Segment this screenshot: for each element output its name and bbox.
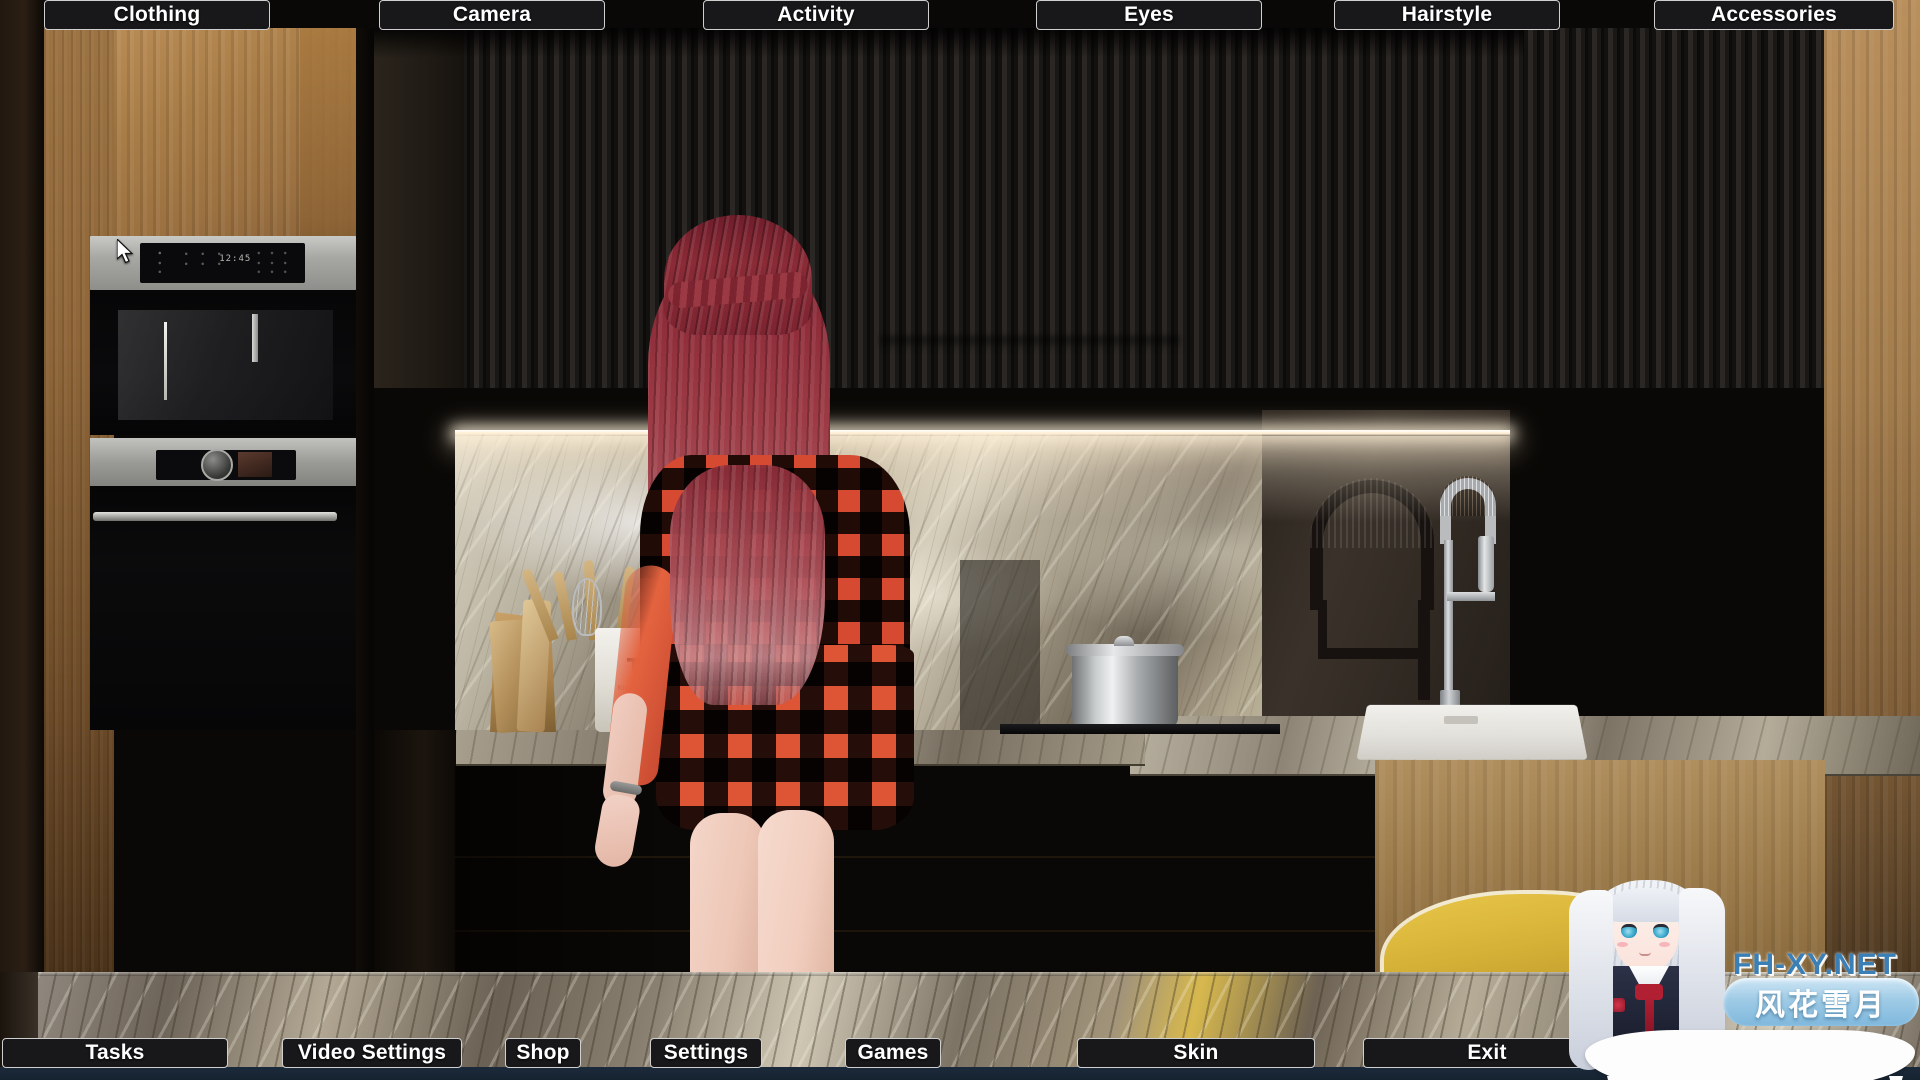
- character-hand: [592, 792, 642, 870]
- mascot-ribbon-tail: [1645, 998, 1654, 1032]
- kitchen-faucet-head: [1478, 536, 1494, 592]
- icicle-4: [1751, 1076, 1769, 1080]
- watermark-chinese: 风花雪月: [1755, 988, 1887, 1023]
- slatted-wall-right: [1524, 28, 1824, 388]
- cooking-pot: [1072, 650, 1178, 728]
- icicle-3: [1705, 1076, 1719, 1080]
- cooking-pot-knob: [1114, 636, 1134, 646]
- watermark-url: FH-XY.NET: [1733, 948, 1898, 981]
- mascot-bangs: [1603, 888, 1691, 922]
- menu-clothing-button[interactable]: Clothing: [44, 0, 270, 30]
- nav-video-settings-label: Video Settings: [297, 1041, 447, 1064]
- character-hair-long: [670, 465, 825, 705]
- faucet-silhouette-arm: [1318, 648, 1430, 659]
- menu-hairstyle-label: Hairstyle: [1401, 3, 1493, 26]
- kitchen-sink[interactable]: [1356, 704, 1588, 760]
- oven-control-panel: 12:45: [140, 243, 305, 283]
- nav-skin-button[interactable]: Skin: [1077, 1038, 1315, 1068]
- nav-video-settings-button[interactable]: Video Settings: [282, 1038, 462, 1068]
- menu-eyes-label: Eyes: [1124, 3, 1174, 26]
- mascot-eye-left: [1621, 924, 1637, 938]
- menu-accessories-button[interactable]: Accessories: [1654, 0, 1894, 30]
- menu-camera-label: Camera: [452, 3, 532, 26]
- cabinet-gap-shadow: [374, 730, 456, 972]
- menu-clothing-label: Clothing: [113, 3, 201, 26]
- icicle-1: [1607, 1076, 1623, 1080]
- menu-eyes-button[interactable]: Eyes: [1036, 0, 1262, 30]
- oven-handle: [93, 512, 337, 521]
- character-leg-right: [758, 810, 834, 992]
- coffee-carafe: [144, 318, 192, 404]
- mascot-blush-left: [1617, 942, 1628, 947]
- icicle-6: [1845, 1076, 1864, 1080]
- sink-drain: [1444, 716, 1478, 724]
- mascot-badge-icon: [1611, 998, 1625, 1012]
- icicle-5: [1799, 1076, 1814, 1080]
- menu-activity-button[interactable]: Activity: [703, 0, 929, 30]
- menu-activity-label: Activity: [777, 3, 855, 26]
- nav-games-button[interactable]: Games: [845, 1038, 941, 1068]
- menu-accessories-label: Accessories: [1711, 3, 1837, 26]
- icicle-7: [1889, 1076, 1903, 1080]
- player-character[interactable]: [560, 215, 990, 993]
- character-leg-left: [690, 813, 766, 993]
- nav-exit-label: Exit: [1467, 1041, 1507, 1064]
- nav-shop-label: Shop: [516, 1041, 570, 1064]
- nav-games-label: Games: [857, 1041, 929, 1064]
- cabinet-edge-shadow: [356, 28, 374, 972]
- nav-tasks-button[interactable]: Tasks: [2, 1038, 228, 1068]
- lower-oven-door: [90, 486, 356, 730]
- menu-camera-button[interactable]: Camera: [379, 0, 605, 30]
- oven-knob: [201, 449, 233, 481]
- game-window: 12:45 Clothing Camera Activity Eyes Hair…: [0, 0, 1920, 1080]
- oven-screen-thumbnail: [238, 452, 272, 477]
- mascot-eye-right: [1653, 924, 1669, 938]
- wood-column-right: [1824, 0, 1920, 972]
- nav-settings-label: Settings: [663, 1041, 749, 1064]
- oven-clock-display: 12:45: [219, 254, 252, 265]
- watermark-snow-cap: [1585, 1030, 1915, 1080]
- site-watermark: FH-XY.NET 风花雪月: [1545, 880, 1920, 1080]
- nav-settings-button[interactable]: Settings: [650, 1038, 762, 1068]
- wall-top-shadow: [374, 28, 1524, 58]
- wall-dark-left-inner: [0, 0, 44, 972]
- menu-hairstyle-button[interactable]: Hairstyle: [1334, 0, 1560, 30]
- mascot-blush-right: [1659, 942, 1670, 947]
- coffee-spout: [252, 314, 258, 362]
- nav-skin-label: Skin: [1173, 1041, 1219, 1064]
- kitchen-faucet-handle[interactable]: [1447, 592, 1495, 601]
- nav-shop-button[interactable]: Shop: [505, 1038, 581, 1068]
- induction-cooktop: [1000, 724, 1280, 734]
- nav-tasks-label: Tasks: [85, 1041, 145, 1064]
- wall-panel-left: [374, 28, 464, 388]
- icicle-2: [1655, 1076, 1675, 1080]
